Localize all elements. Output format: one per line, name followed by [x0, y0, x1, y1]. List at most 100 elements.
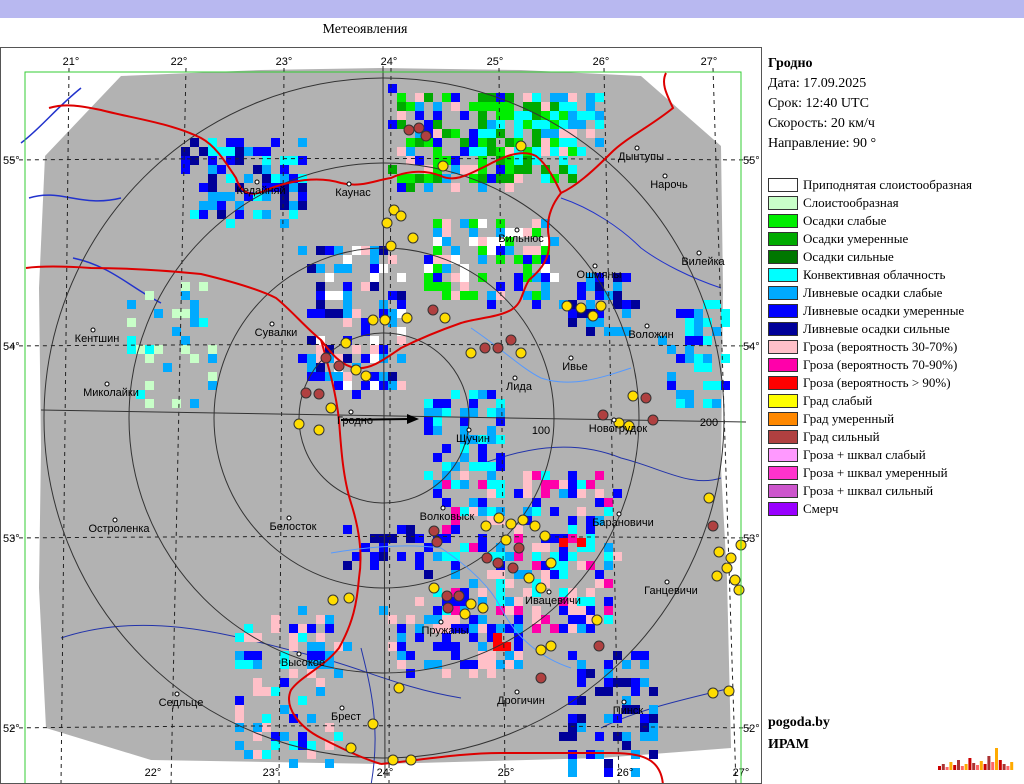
radar-cell [595, 120, 604, 129]
hail-marker [343, 592, 355, 604]
radar-cell [505, 183, 514, 192]
radar-cell [586, 129, 595, 138]
radar-cell [505, 660, 514, 669]
legend-label: Гроза + шквал умеренный [803, 465, 948, 480]
radar-cell [478, 462, 487, 471]
hail-marker [427, 304, 439, 316]
radar-cell [577, 714, 586, 723]
radar-cell [469, 399, 478, 408]
radar-cell [460, 480, 469, 489]
histogram-bar [960, 766, 964, 770]
radar-cell [334, 309, 343, 318]
radar-cell [604, 597, 613, 606]
legend-swatch [768, 268, 798, 282]
legend-label: Град умеренный [803, 411, 895, 426]
radar-cell [190, 309, 199, 318]
radar-cell [442, 237, 451, 246]
radar-cell [532, 93, 541, 102]
radar-cell [451, 480, 460, 489]
hail-marker [379, 314, 391, 326]
radar-cell [307, 741, 316, 750]
radar-cell [298, 732, 307, 741]
radar-map[interactable]: Кедайняй Каунас Вильнюс Ошмяны Вилейка Нарочь… [0, 47, 762, 784]
histogram-bar [941, 764, 945, 770]
radar-cell [244, 660, 253, 669]
radar-cell [586, 597, 595, 606]
radar-cell [424, 660, 433, 669]
radar-cell [388, 381, 397, 390]
radar-cell [505, 111, 514, 120]
radar-cell [577, 606, 586, 615]
radar-cell [343, 282, 352, 291]
radar-cell [289, 759, 298, 768]
radar-cell [703, 381, 712, 390]
radar-cell [190, 138, 199, 147]
radar-cell [595, 498, 604, 507]
radar-cell [307, 309, 316, 318]
legend-label: Гроза + шквал сильный [803, 483, 934, 498]
legend-label: Осадки сильные [803, 249, 894, 264]
radar-cell [127, 345, 136, 354]
legend-swatch [768, 286, 798, 300]
city-dot [269, 321, 275, 327]
radar-cell [424, 273, 433, 282]
radar-cell [640, 732, 649, 741]
radar-cell [568, 138, 577, 147]
hail-marker [413, 122, 425, 134]
radar-cell [487, 102, 496, 111]
radar-cell [712, 399, 721, 408]
radar-cell [577, 678, 586, 687]
radar-cell [595, 471, 604, 480]
legend-label: Слоистообразная [803, 195, 899, 210]
radar-cell [253, 750, 262, 759]
radar-cell [667, 345, 676, 354]
radar-cell [685, 318, 694, 327]
radar-cell [550, 507, 559, 516]
radar-cell [487, 471, 496, 480]
hail-marker [640, 392, 652, 404]
radar-cell [298, 246, 307, 255]
radar-cell [604, 615, 613, 624]
radar-cell [469, 660, 478, 669]
city-label: Нарочь [650, 179, 688, 191]
radar-cell [325, 291, 334, 300]
hail-marker [707, 520, 719, 532]
radar-cell [559, 480, 568, 489]
radar-cell [334, 291, 343, 300]
radar-cell [280, 705, 289, 714]
radar-cell [262, 714, 271, 723]
legend-swatch [768, 448, 798, 462]
radar-cell [559, 624, 568, 633]
radar-cell [298, 201, 307, 210]
info-speed: Скорость: 20 км/ч [768, 116, 875, 131]
hail-marker [517, 514, 529, 526]
radar-cell [469, 138, 478, 147]
radar-cell [451, 93, 460, 102]
radar-cell [469, 498, 478, 507]
radar-cell [334, 264, 343, 273]
radar-cell [550, 624, 559, 633]
radar-cell [631, 687, 640, 696]
hail-marker [492, 557, 504, 569]
legend-label: Осадки слабые [803, 213, 887, 228]
credit-site[interactable]: pogoda.by [768, 712, 830, 734]
city-label: Ивацевичи [525, 595, 581, 607]
histogram-bar [964, 764, 968, 770]
hail-marker [535, 582, 547, 594]
radar-cell [604, 687, 613, 696]
radar-cell [532, 129, 541, 138]
hail-marker [313, 388, 325, 400]
radar-cell [550, 534, 559, 543]
radar-cell [343, 300, 352, 309]
histogram-bar [972, 763, 976, 770]
city-label: Новогрудок [589, 423, 648, 435]
radar-cell [397, 102, 406, 111]
radar-cell [433, 489, 442, 498]
radar-cell [613, 282, 622, 291]
radar-cell [604, 678, 613, 687]
radar-cell [262, 147, 271, 156]
radar-cell [514, 174, 523, 183]
city-label: Пружаны [422, 625, 469, 637]
radar-cell [523, 120, 532, 129]
radar-cell [478, 93, 487, 102]
